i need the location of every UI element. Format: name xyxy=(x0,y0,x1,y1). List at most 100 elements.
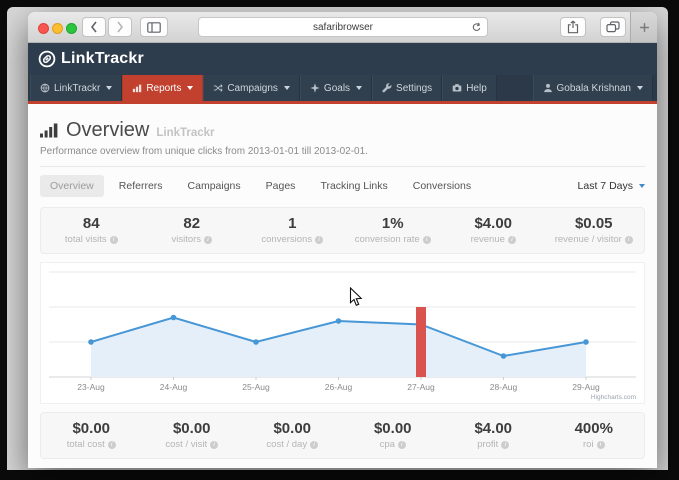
info-icon[interactable] xyxy=(210,441,218,449)
tab-pages[interactable]: Pages xyxy=(256,175,306,197)
user-icon xyxy=(543,83,553,93)
stat-value: $0.00 xyxy=(41,420,142,437)
back-button[interactable] xyxy=(82,17,106,37)
link-circle-icon xyxy=(38,50,56,68)
sidebar-button[interactable] xyxy=(140,17,168,37)
tab-overview[interactable]: Overview xyxy=(40,175,104,197)
info-icon[interactable] xyxy=(310,441,318,449)
address-text: safaribrowser xyxy=(313,22,373,33)
nav-spacer xyxy=(497,75,533,101)
main-nav: LinkTrackr Reports Campaigns Goals Settings H… xyxy=(28,75,657,101)
tab-conversions[interactable]: Conversions xyxy=(403,175,481,197)
info-icon[interactable] xyxy=(108,441,116,449)
nav-item-label: Settings xyxy=(396,83,432,94)
page-subtitle: Performance overview from unique clicks … xyxy=(40,146,645,157)
stats-bottom-panel: $0.00total cost$0.00cost / visit$0.00cos… xyxy=(40,412,645,459)
nav-item-label: Campaigns xyxy=(227,83,278,94)
stat-value: 82 xyxy=(142,215,243,232)
stat-value: $4.00 xyxy=(443,215,544,232)
info-icon[interactable] xyxy=(315,236,323,244)
tab-campaigns[interactable]: Campaigns xyxy=(178,175,251,197)
svg-text:26-Aug: 26-Aug xyxy=(325,382,353,392)
tab-referrers[interactable]: Referrers xyxy=(109,175,173,197)
screenshot-frame: { "browser": { "address": "safaribrowser… xyxy=(0,0,679,480)
stat-label: conversion rate xyxy=(343,234,444,245)
page-title: Overview xyxy=(66,119,149,142)
stat-revenue-visitor: $0.05 revenue / visitor xyxy=(544,215,645,245)
site-header: LinkTrackr xyxy=(28,43,657,75)
stat-value: $0.00 xyxy=(242,420,343,437)
new-tab-icon xyxy=(639,22,650,33)
nav-item-label: LinkTrackr xyxy=(54,83,100,94)
info-icon[interactable] xyxy=(501,441,509,449)
info-icon[interactable] xyxy=(597,441,605,449)
stat-roi: 400%roi xyxy=(544,420,645,450)
stat-cpa: $0.00cpa xyxy=(343,420,444,450)
minimize-button[interactable] xyxy=(52,23,63,34)
stat-profit: $4.00profit xyxy=(443,420,544,450)
stat-label: conversions xyxy=(242,234,343,245)
stat-label: profit xyxy=(443,439,544,450)
nav-item-help[interactable]: Help xyxy=(442,75,497,101)
camera-icon xyxy=(452,83,462,93)
stat-value: 84 xyxy=(41,215,142,232)
info-icon[interactable] xyxy=(204,236,212,244)
chevron-down-icon xyxy=(187,86,193,90)
info-icon[interactable] xyxy=(423,236,431,244)
info-icon[interactable] xyxy=(398,441,406,449)
nav-item-goals[interactable]: Goals xyxy=(300,75,372,101)
tab-tracking-links[interactable]: Tracking Links xyxy=(310,175,397,197)
date-range-label: Last 7 Days xyxy=(578,180,633,192)
stat-label: revenue / visitor xyxy=(544,234,645,245)
zoom-button[interactable] xyxy=(66,23,77,34)
stat-cost-day: $0.00cost / day xyxy=(242,420,343,450)
nav-item-label: Goals xyxy=(324,83,350,94)
stat-total-visits: 84total visits xyxy=(41,215,142,245)
info-icon[interactable] xyxy=(110,236,118,244)
svg-text:24-Aug: 24-Aug xyxy=(160,382,188,392)
svg-text:29-Aug: 29-Aug xyxy=(572,382,600,392)
user-menu[interactable]: Gobala Krishnan xyxy=(533,75,654,101)
new-tab-button[interactable] xyxy=(630,12,657,42)
stat-visitors: 82visitors xyxy=(142,215,243,245)
visits-chart: 23-Aug24-Aug25-Aug26-Aug27-Aug28-Aug29-A… xyxy=(40,262,645,404)
nav-item-campaigns[interactable]: Campaigns xyxy=(203,75,300,101)
nav-item-linktrackr[interactable]: LinkTrackr xyxy=(30,75,122,101)
address-bar[interactable]: safaribrowser xyxy=(198,17,488,37)
info-icon[interactable] xyxy=(625,236,633,244)
safari-window: safaribrowser LinkTrackr LinkTrackr Repor… xyxy=(28,12,657,468)
chart-canvas[interactable]: 23-Aug24-Aug25-Aug26-Aug27-Aug28-Aug29-A… xyxy=(41,263,644,403)
chevron-down-icon xyxy=(639,184,645,188)
info-icon[interactable] xyxy=(508,236,516,244)
svg-text:23-Aug: 23-Aug xyxy=(77,382,105,392)
nav-item-label: Reports xyxy=(146,83,181,94)
chevron-down-icon xyxy=(106,86,112,90)
sidebar-icon xyxy=(147,22,161,33)
tab-overview-button[interactable] xyxy=(600,17,626,37)
share-button[interactable] xyxy=(560,17,586,37)
reload-icon[interactable] xyxy=(471,22,482,36)
tab-overview-icon xyxy=(606,21,620,33)
spark-icon xyxy=(310,83,320,93)
chevron-down-icon xyxy=(284,86,290,90)
brand[interactable]: LinkTrackr xyxy=(38,50,144,68)
close-button[interactable] xyxy=(38,23,49,34)
stat-revenue: $4.00revenue xyxy=(443,215,544,245)
bar-chart-icon xyxy=(132,83,142,93)
tabs-row: OverviewReferrersCampaignsPagesTracking … xyxy=(28,167,657,201)
wrench-icon xyxy=(382,83,392,93)
forward-button[interactable] xyxy=(108,17,132,37)
stat-value: $0.05 xyxy=(544,215,645,232)
chevron-down-icon xyxy=(637,86,643,90)
stat-label: roi xyxy=(544,439,645,450)
stat-value: 1% xyxy=(343,215,444,232)
share-icon xyxy=(567,20,579,34)
page-content: Overview LinkTrackr Performance overview… xyxy=(28,104,657,468)
nav-item-reports[interactable]: Reports xyxy=(122,75,203,101)
chevron-down-icon xyxy=(356,86,362,90)
forward-icon xyxy=(116,21,124,33)
date-range-selector[interactable]: Last 7 Days xyxy=(578,180,645,192)
stat-conversion-rate: 1% conversion rate xyxy=(343,215,444,245)
svg-text:27-Aug: 27-Aug xyxy=(407,382,435,392)
nav-item-settings[interactable]: Settings xyxy=(372,75,442,101)
